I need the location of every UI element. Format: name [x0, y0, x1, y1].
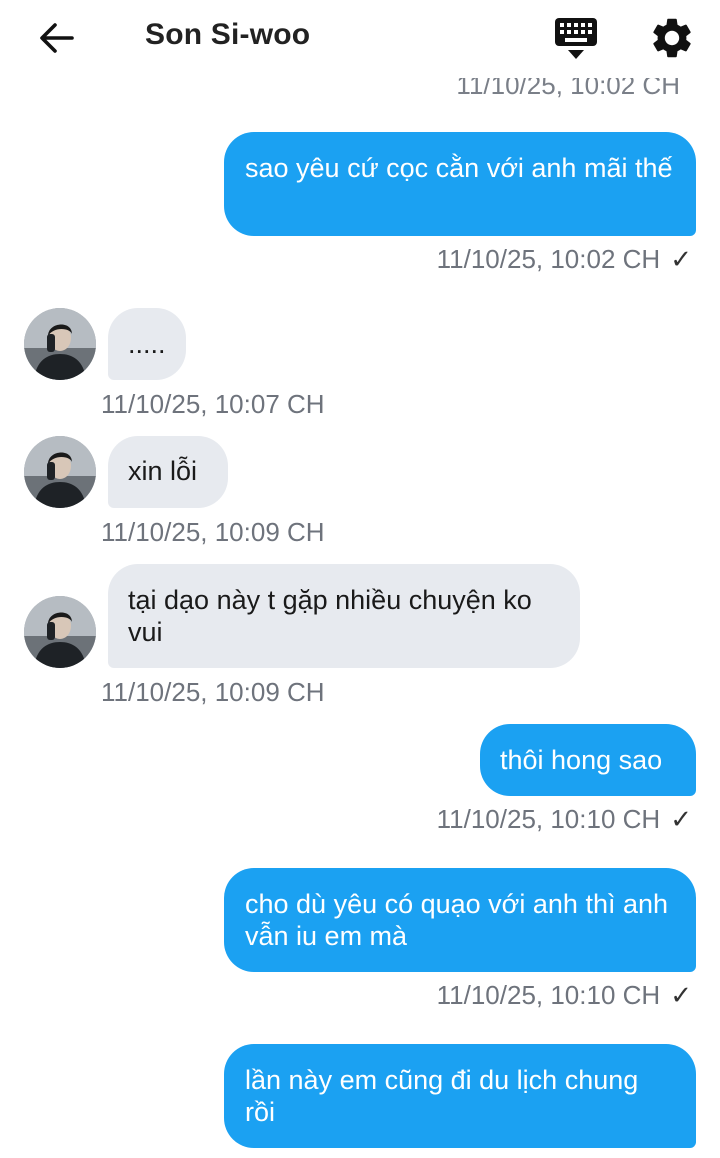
- settings-button[interactable]: [648, 14, 696, 62]
- incoming-message-bubble[interactable]: tại dạo này t gặp nhiều chuyện ko vui: [108, 564, 580, 668]
- chat-title: Son Si-woo: [145, 18, 311, 51]
- outgoing-message-bubble[interactable]: cho dù yêu có quạo với anh thì anh vẫn i…: [224, 868, 696, 972]
- contact-avatar[interactable]: [24, 308, 96, 380]
- read-check-icon: ✓: [670, 244, 692, 274]
- outgoing-message-bubble[interactable]: sao yêu cứ cọc cằn với anh mãi thế: [224, 132, 696, 236]
- gear-icon: [653, 18, 691, 58]
- chat-header: Son Si-woo: [0, 0, 720, 78]
- incoming-message-bubble[interactable]: .....: [108, 308, 186, 380]
- contact-avatar[interactable]: [24, 436, 96, 508]
- incoming-message-bubble[interactable]: xin lỗi: [108, 436, 228, 508]
- outgoing-message-bubble[interactable]: thôi hong sao: [480, 724, 696, 796]
- message-timestamp: 11/10/25, 10:10 CH ✓: [436, 980, 692, 1010]
- message-timestamp: 11/10/25, 10:02 CH ✓: [436, 244, 692, 274]
- arrow-left-icon: [40, 23, 74, 53]
- keyboard-toggle-button[interactable]: [553, 14, 599, 62]
- read-check-icon: ✓: [670, 980, 692, 1010]
- message-timestamp: 11/10/25, 10:09 CH: [101, 517, 325, 547]
- message-timestamp: 11/10/25, 10:07 CH: [101, 389, 325, 419]
- read-check-icon: ✓: [670, 804, 692, 834]
- contact-avatar[interactable]: [24, 596, 96, 668]
- keyboard-icon: [555, 18, 597, 59]
- message-timestamp: 11/10/25, 10:09 CH: [101, 677, 325, 707]
- back-button[interactable]: [34, 16, 78, 60]
- message-timestamp: 11/10/25, 10:10 CH ✓: [436, 804, 692, 834]
- chat-screen: 11/10/25, 10:02 CH Son Si-woo sao yêu cứ…: [0, 0, 720, 1158]
- outgoing-message-bubble[interactable]: lần này em cũng đi du lịch chung rồi: [224, 1044, 696, 1148]
